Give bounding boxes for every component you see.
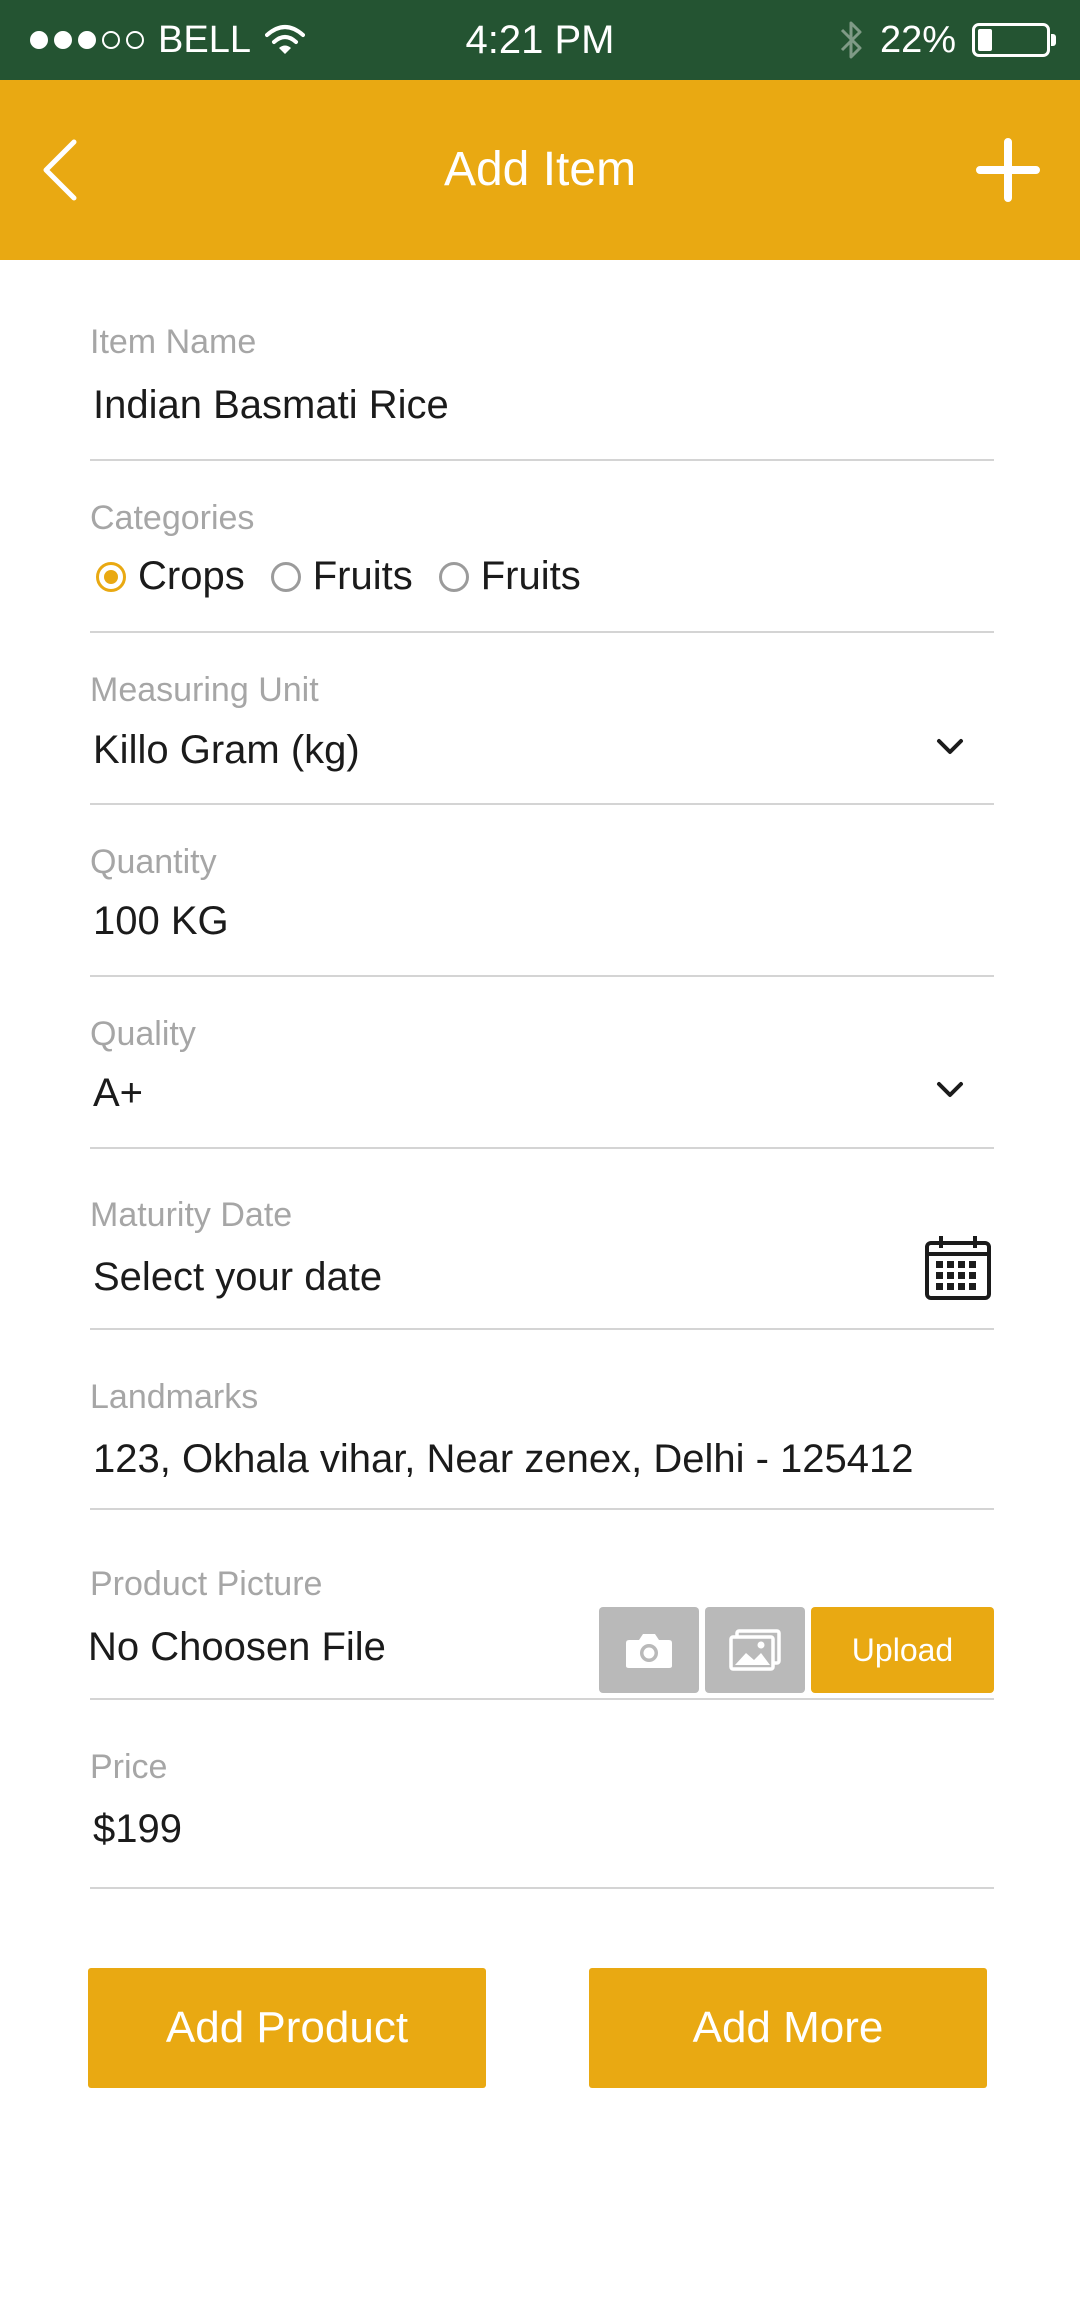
item-name-field[interactable]: Item Name Indian Basmati Rice bbox=[90, 260, 994, 461]
maturity-date-field[interactable]: Maturity Date Select your date bbox=[90, 1149, 994, 1330]
add-product-button[interactable]: Add Product bbox=[88, 1968, 486, 2088]
radio-label: Fruits bbox=[312, 554, 413, 598]
radio-crops[interactable]: Crops bbox=[96, 554, 245, 599]
file-name-text: No Choosen File bbox=[88, 1625, 386, 1669]
categories-label: Categories bbox=[90, 499, 255, 537]
price-input[interactable]: $199 bbox=[93, 1807, 182, 1852]
chevron-down-icon[interactable] bbox=[936, 738, 964, 756]
quality-select[interactable]: Quality A+ bbox=[90, 977, 994, 1149]
quality-value: A+ bbox=[93, 1071, 144, 1115]
price-label: Price bbox=[90, 1748, 168, 1786]
radio-fruits-2[interactable]: Fruits bbox=[438, 554, 581, 599]
categories-field: Categories Crops Fruits Fruits bbox=[90, 461, 994, 633]
gallery-icon bbox=[729, 1629, 781, 1671]
measuring-unit-select[interactable]: Measuring Unit Killo Gram (kg) bbox=[90, 633, 994, 805]
quantity-label: Quantity bbox=[90, 843, 217, 881]
quantity-input[interactable]: 100 KG bbox=[93, 899, 229, 944]
measuring-unit-label: Measuring Unit bbox=[90, 671, 319, 709]
gallery-button[interactable] bbox=[705, 1607, 805, 1693]
quantity-field[interactable]: Quantity 100 KG bbox=[90, 805, 994, 977]
maturity-date-input[interactable]: Select your date bbox=[93, 1255, 382, 1300]
upload-button[interactable]: Upload bbox=[811, 1607, 994, 1693]
categories-radio-group: Crops Fruits Fruits bbox=[96, 554, 607, 599]
item-name-label: Item Name bbox=[90, 323, 257, 361]
maturity-date-label: Maturity Date bbox=[90, 1196, 293, 1234]
item-name-input[interactable]: Indian Basmati Rice bbox=[93, 383, 449, 428]
bluetooth-icon bbox=[840, 21, 862, 59]
battery-percent: 22% bbox=[879, 18, 956, 61]
radio-label: Fruits bbox=[480, 554, 581, 598]
radio-label: Crops bbox=[138, 554, 245, 598]
upload-controls: Upload bbox=[599, 1607, 994, 1693]
landmarks-label: Landmarks bbox=[90, 1378, 259, 1416]
status-right: 22% bbox=[838, 0, 1056, 80]
radio-fruits[interactable]: Fruits bbox=[270, 554, 413, 599]
plus-icon[interactable] bbox=[976, 138, 1040, 202]
radio-unselected-icon bbox=[438, 561, 469, 592]
landmarks-field[interactable]: Landmarks 123, Okhala vihar, Near zenex,… bbox=[90, 1330, 994, 1510]
camera-button[interactable] bbox=[599, 1607, 699, 1693]
price-field[interactable]: Price $199 bbox=[90, 1700, 994, 1889]
product-picture-field: Product Picture No Choosen File Upload bbox=[88, 1510, 994, 1700]
add-item-form: Item Name Indian Basmati Rice Categories… bbox=[88, 260, 994, 1889]
radio-unselected-icon bbox=[270, 561, 301, 592]
app-bar: Add Item bbox=[0, 80, 1080, 260]
battery-icon bbox=[972, 23, 1056, 57]
radio-selected-icon bbox=[96, 561, 126, 592]
quality-label: Quality bbox=[90, 1015, 196, 1053]
measuring-unit-value: Killo Gram (kg) bbox=[93, 728, 360, 772]
status-bar: BELL 4:21 PM 22% bbox=[0, 0, 1080, 80]
camera-icon bbox=[626, 1634, 672, 1668]
chevron-down-icon[interactable] bbox=[936, 1081, 964, 1099]
page-title: Add Item bbox=[443, 143, 637, 196]
landmarks-input[interactable]: 123, Okhala vihar, Near zenex, Delhi - 1… bbox=[93, 1437, 914, 1482]
add-more-button[interactable]: Add More bbox=[589, 1968, 987, 2088]
product-picture-label: Product Picture bbox=[90, 1565, 323, 1603]
calendar-icon[interactable] bbox=[924, 1234, 992, 1302]
